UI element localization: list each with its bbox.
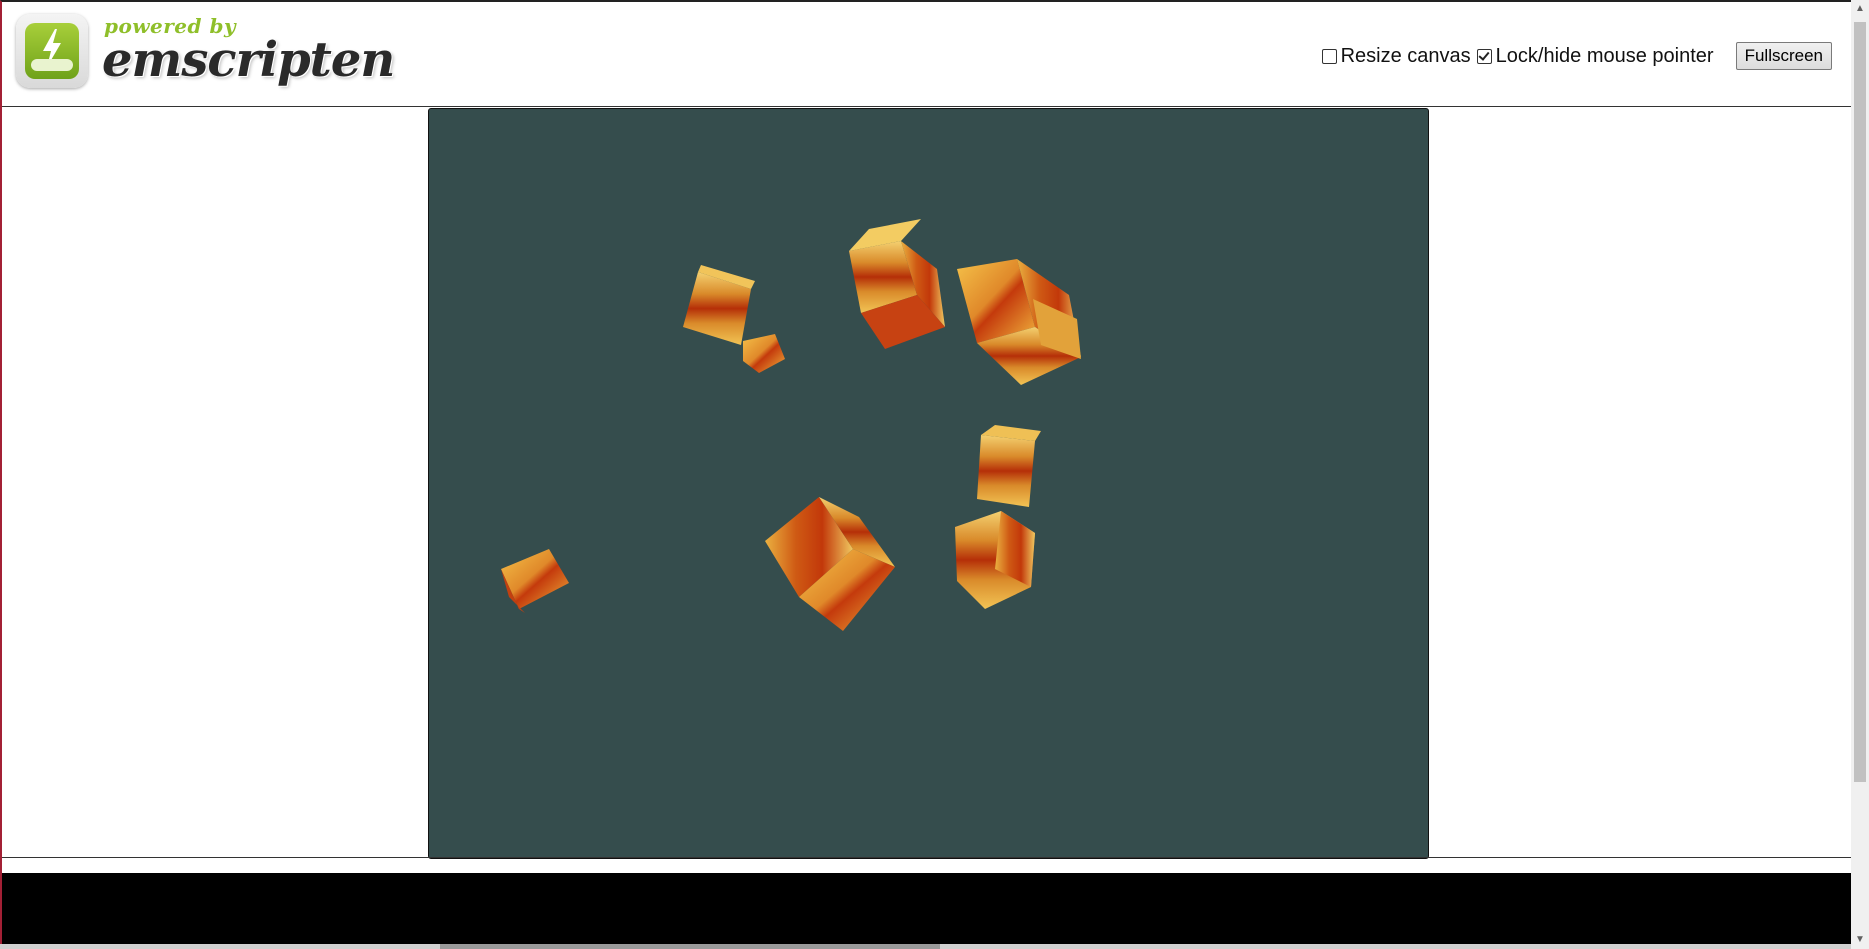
scrollbar-thumb[interactable] xyxy=(1854,22,1866,782)
resize-canvas-option[interactable]: Resize canvas xyxy=(1321,44,1471,68)
cube xyxy=(683,265,755,345)
horizontal-scrollbar[interactable] xyxy=(0,944,1851,949)
console-output[interactable] xyxy=(2,873,1852,949)
cube-scene xyxy=(501,219,1081,631)
controls: Resize canvas Lock/hide mouse pointer Fu… xyxy=(1321,42,1852,70)
horizontal-scrollbar-thumb[interactable] xyxy=(440,944,940,949)
cube xyxy=(977,425,1041,507)
resize-canvas-checkbox[interactable] xyxy=(1321,48,1337,64)
cube xyxy=(955,511,1035,609)
lock-pointer-option[interactable]: Lock/hide mouse pointer xyxy=(1476,44,1714,68)
cube xyxy=(765,497,895,631)
top-divider xyxy=(2,106,1852,107)
vertical-scrollbar[interactable]: ▲ ▼ xyxy=(1851,0,1869,949)
scroll-down-icon[interactable]: ▼ xyxy=(1851,931,1869,949)
logo-wordmark: emscripten xyxy=(102,32,395,88)
lock-pointer-checkbox[interactable] xyxy=(1476,48,1492,64)
lock-pointer-label: Lock/hide mouse pointer xyxy=(1495,44,1714,67)
emscripten-logo[interactable]: powered by emscripten xyxy=(14,10,395,94)
cube xyxy=(501,549,569,613)
resize-canvas-label: Resize canvas xyxy=(1340,44,1471,67)
webgl-canvas[interactable] xyxy=(428,108,1429,859)
logo-badge-icon xyxy=(16,14,88,88)
scroll-up-icon[interactable]: ▲ xyxy=(1851,0,1869,18)
cube xyxy=(743,334,785,373)
fullscreen-button[interactable]: Fullscreen xyxy=(1735,42,1832,70)
header: powered by emscripten Resize canvas Lock… xyxy=(2,2,1852,106)
bottom-divider xyxy=(2,857,1852,858)
page: powered by emscripten Resize canvas Lock… xyxy=(0,0,1869,949)
cube xyxy=(849,219,945,349)
cube xyxy=(957,259,1081,385)
